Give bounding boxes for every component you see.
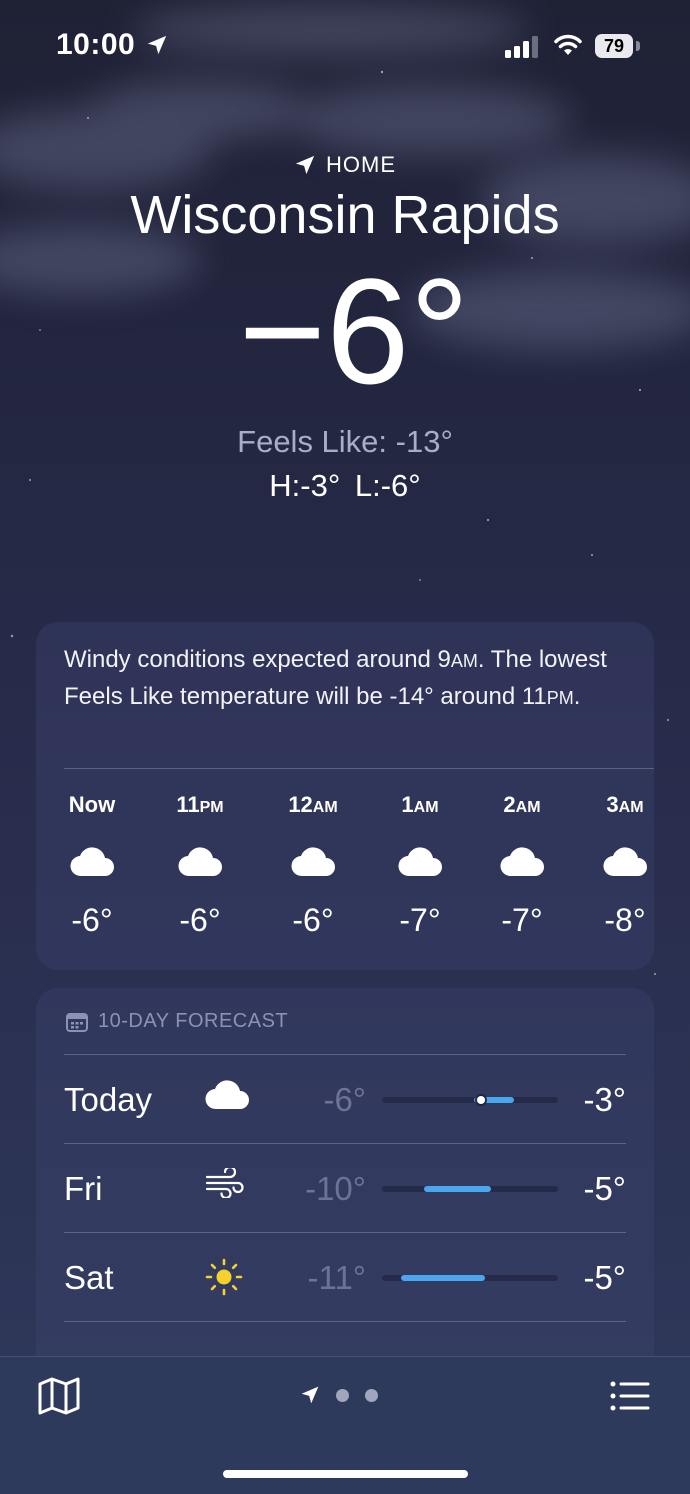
forecast-low: -11° — [307, 1259, 366, 1296]
hour-temp: -7° — [399, 902, 441, 938]
wifi-icon — [554, 34, 582, 55]
calendar-icon — [66, 1012, 88, 1032]
cloud-icon — [47, 846, 137, 882]
location-arrow-icon — [295, 155, 315, 175]
forecast-low: -10° — [305, 1170, 366, 1207]
location-arrow-icon — [147, 35, 167, 55]
hour-column: 1AM -7° — [375, 792, 465, 939]
forecast-row[interactable]: Today -6° -3° — [64, 1055, 626, 1144]
temp-range-bar — [424, 1186, 491, 1192]
page-dot[interactable] — [336, 1388, 349, 1402]
location-arrow-icon[interactable] — [300, 1385, 320, 1405]
hour-temp: -6° — [292, 902, 334, 938]
forecast-row[interactable]: Fri -10° -5° — [64, 1144, 626, 1233]
hour-label: 2AM — [503, 792, 541, 817]
hour-temp: -8° — [604, 902, 646, 938]
forecast-day: Today — [64, 1081, 153, 1118]
hour-column: 3AM -8° — [580, 792, 670, 939]
forecast-day: Fri — [64, 1170, 103, 1207]
hour-label: 3AM — [606, 792, 644, 817]
hour-label: 1AM — [401, 792, 439, 817]
forecast-day: Sat — [64, 1259, 114, 1296]
cloud-icon — [580, 846, 670, 882]
cloud-icon — [155, 846, 245, 882]
forecast-high: -5° — [583, 1259, 626, 1296]
feels-like: Feels Like: -13° — [237, 424, 453, 459]
hour-column: 12AM -6° — [268, 792, 358, 939]
temp-range-bar — [401, 1275, 485, 1281]
summary-text: Windy conditions expected around 9 — [64, 646, 451, 673]
hour-label: 11PM — [176, 792, 224, 817]
page-dot[interactable] — [365, 1388, 378, 1402]
home-indicator[interactable] — [223, 1470, 468, 1478]
city-name: Wisconsin Rapids — [130, 185, 560, 245]
map-icon[interactable] — [38, 1377, 80, 1415]
ten-day-title: 10-DAY FORECAST — [98, 1010, 289, 1032]
page-indicator[interactable] — [300, 1385, 378, 1405]
hour-temp: -6° — [71, 902, 113, 938]
hour-label: Now — [68, 792, 116, 817]
current-temp-dot — [477, 1096, 485, 1104]
temp-range-track — [382, 1275, 558, 1281]
forecast-low: -6° — [323, 1081, 366, 1118]
current-temperature: −6° — [238, 247, 470, 415]
ten-day-forecast-card[interactable]: 10-DAY FORECAST Today -6° -3° Fri -10° -5° Sat… — [36, 988, 654, 1388]
list-icon[interactable] — [610, 1381, 650, 1411]
battery-icon: 79 — [595, 34, 633, 58]
ten-day-header: 10-DAY FORECAST — [66, 1010, 288, 1033]
hour-column: 11PM -6° — [155, 792, 245, 939]
hourly-forecast-card[interactable]: Windy conditions expected around 9AM. Th… — [36, 622, 654, 970]
battery-level: 79 — [603, 35, 625, 56]
temp-range-track — [382, 1186, 558, 1192]
battery-tip — [636, 41, 640, 51]
hour-temp: -6° — [179, 902, 221, 938]
forecast-row[interactable]: Sat -11° -5° — [64, 1233, 626, 1322]
hour-label: 12AM — [288, 792, 338, 817]
divider — [64, 768, 654, 769]
high-low: H:-3° L:-6° — [269, 468, 421, 503]
summary-text: AM — [450, 651, 478, 671]
hour-column: Now -6° — [47, 792, 137, 939]
sun-icon — [204, 1257, 244, 1302]
cloud-icon — [477, 846, 567, 882]
hour-temp: -7° — [501, 902, 543, 938]
summary-text: . — [573, 683, 581, 710]
location-label-row: HOME — [0, 152, 690, 178]
temp-range-track — [382, 1096, 558, 1104]
forecast-high: -3° — [583, 1081, 626, 1118]
wind-icon — [204, 1165, 244, 1203]
summary-text: PM — [546, 688, 574, 708]
cloud-icon — [204, 1079, 250, 1116]
hourly-summary: Windy conditions expected around 9AM. Th… — [64, 642, 629, 716]
location-label: HOME — [326, 152, 396, 177]
forecast-high: -5° — [583, 1170, 626, 1207]
cloud-icon — [268, 846, 358, 882]
cellular-signal-icon — [505, 36, 538, 58]
hour-column: 2AM -7° — [477, 792, 567, 939]
cloud-icon — [375, 846, 465, 882]
divider — [64, 1321, 626, 1322]
status-bar: 10:00 79 — [0, 0, 690, 90]
status-time: 10:00 — [56, 28, 136, 61]
